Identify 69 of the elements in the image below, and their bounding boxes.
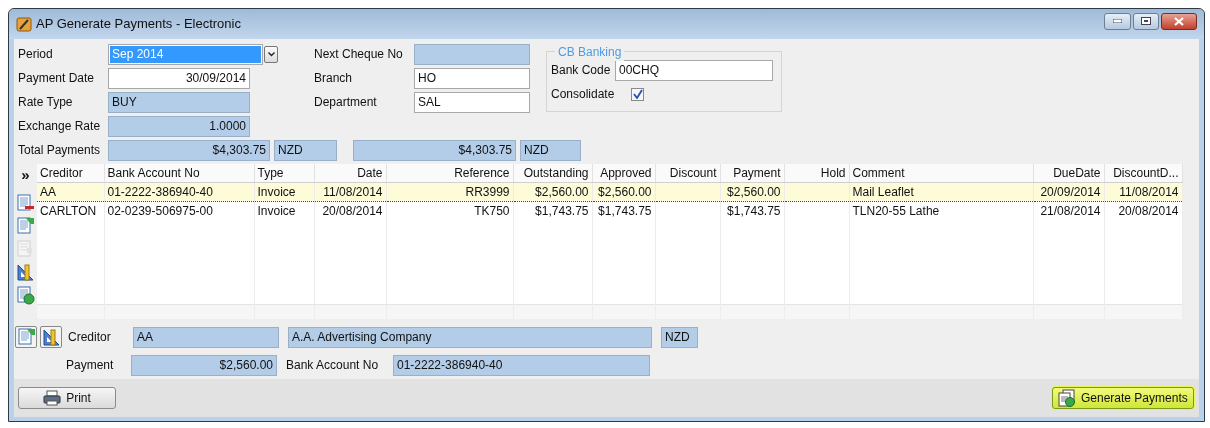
field-label: Next Cheque No — [314, 46, 404, 63]
table-cell: Invoice — [254, 201, 314, 220]
table-cell: 02-0239-506975-00 — [104, 201, 254, 220]
column-header[interactable]: Reference — [386, 164, 513, 183]
generate-button[interactable]: Generate Payments — [1052, 387, 1194, 409]
table-cell: $1,743.75 — [720, 201, 784, 220]
date-field[interactable]: 30/09/2014 — [108, 67, 250, 89]
column-header[interactable]: Payment — [720, 164, 784, 183]
minimize-icon — [1113, 19, 1122, 23]
table-cell: $1,743.75 — [592, 201, 655, 220]
window-title: AP Generate Payments - Electronic — [36, 15, 242, 34]
expand-button[interactable]: » — [21, 168, 30, 182]
table-row[interactable]: AA 01-2222-386940-40 Invoice 11/08/2014 RR3999 $2,560.00 $2,560.00 $2,560.00 Mail Leaflet 20/09/2014 11/08/2014 — [37, 182, 1182, 202]
field-label: Branch — [314, 70, 354, 87]
text-field[interactable]: HO — [414, 67, 530, 89]
currency-field: NZD — [274, 139, 337, 161]
maximize-button[interactable] — [1133, 12, 1159, 30]
restore-icon — [1141, 17, 1151, 25]
field-label: Consolidate — [551, 86, 616, 103]
text-field[interactable]: 00CHQ — [615, 59, 773, 81]
currency-field: NZD — [520, 139, 581, 161]
column-header[interactable]: Discount — [655, 164, 720, 183]
field-label: Department — [314, 94, 378, 111]
column-header[interactable]: Type — [254, 164, 314, 183]
amount-field: $4,303.75 — [108, 139, 270, 161]
document-minus-icon[interactable] — [16, 194, 35, 213]
app-icon — [16, 16, 32, 32]
table-cell: 21/08/2014 — [1033, 201, 1104, 220]
table-row[interactable]: CARLTON 02-0239-506975-00 Invoice 20/08/2014 TK750 $1,743.75 $1,743.75 $1,743.75 TLN20-55 Lathe 21/08/2014 20/08/2014 — [37, 201, 1182, 220]
column-header[interactable]: Date — [314, 164, 386, 183]
close-button[interactable] — [1161, 12, 1197, 30]
table-cell: 20/08/2014 — [314, 201, 386, 220]
column-header[interactable]: DiscountD... — [1104, 164, 1182, 183]
field-label: Payment Date — [18, 70, 96, 87]
field-label: Creditor — [68, 329, 112, 346]
field-label: Exchange Rate — [18, 118, 102, 135]
column-header[interactable]: Approved — [592, 164, 655, 183]
table-cell: TK750 — [386, 201, 513, 220]
column-header[interactable]: Outstanding — [513, 164, 592, 183]
field-label: Total Payments — [18, 142, 102, 159]
printer-icon — [43, 390, 62, 406]
chevron-down-icon — [267, 51, 275, 57]
close-icon — [1174, 16, 1184, 26]
text-field[interactable]: SAL — [414, 91, 530, 113]
table-cell: 20/08/2014 — [1104, 201, 1182, 220]
amount-field: $2,560.00 — [131, 354, 277, 376]
toolbar-button[interactable] — [40, 326, 62, 348]
amount-field: $4,303.75 — [353, 139, 516, 161]
table-cell: TLN20-55 Lathe — [849, 201, 1033, 220]
field-label: Rate Type — [18, 94, 74, 111]
field-label: Period — [18, 46, 54, 63]
table-cell: $1,743.75 — [513, 201, 592, 220]
minimize-button[interactable] — [1104, 12, 1131, 30]
column-header[interactable]: Creditor — [37, 164, 104, 183]
ruler-triangle-icon — [41, 327, 61, 347]
column-header[interactable]: DueDate — [1033, 164, 1104, 183]
check-icon — [632, 89, 643, 99]
field-label: Payment — [66, 357, 115, 374]
ruler-triangle-icon[interactable] — [16, 263, 35, 282]
column-header[interactable]: Hold — [784, 164, 849, 183]
dropdown-button[interactable] — [264, 45, 278, 63]
checkbox[interactable] — [631, 87, 644, 101]
field-label: Bank Code — [551, 62, 612, 79]
print-button[interactable]: Print — [18, 387, 116, 409]
column-header[interactable]: Bank Account No — [104, 164, 254, 183]
table-cell: CARLTON — [37, 201, 104, 220]
column-header[interactable]: Comment — [849, 164, 1033, 183]
field-label: Bank Account No — [286, 357, 380, 374]
currency-field: NZD — [661, 326, 698, 348]
